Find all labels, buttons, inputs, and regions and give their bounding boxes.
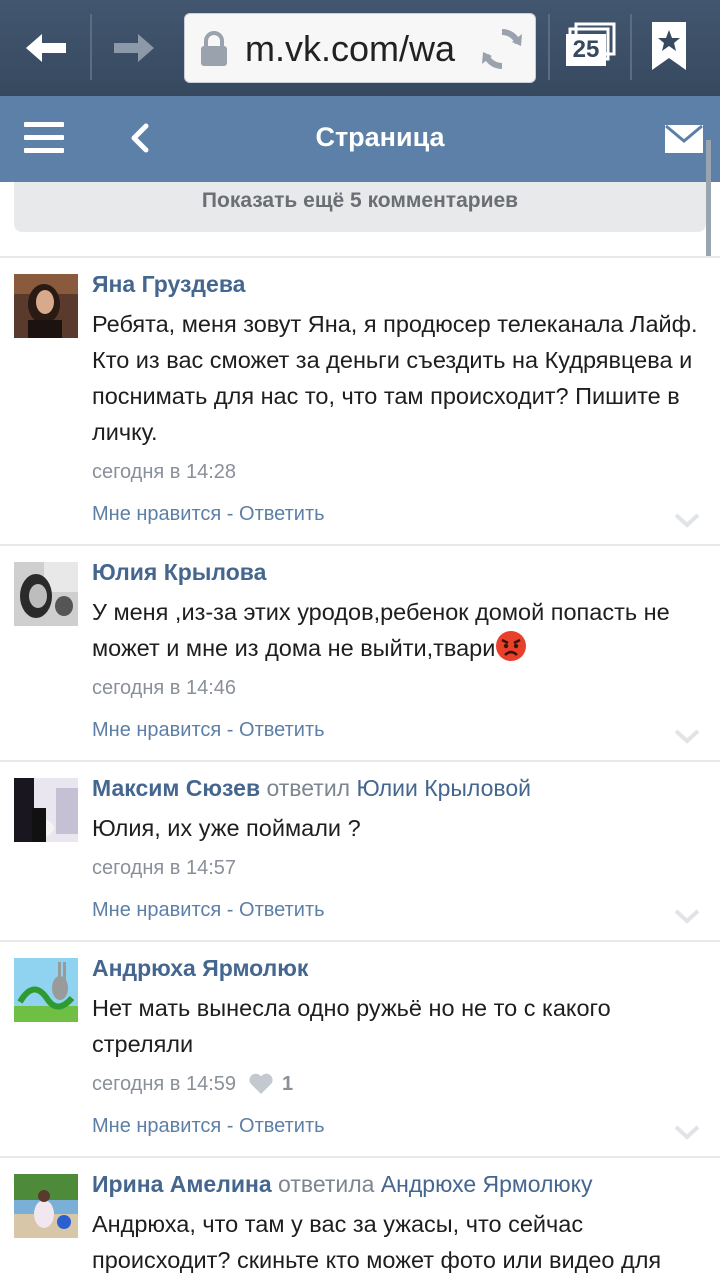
- like-link[interactable]: Мне нравится: [92, 899, 221, 921]
- comment-text-content: У меня ,из-за этих уродов,ребенок домой …: [92, 599, 670, 661]
- chevron-down-icon[interactable]: [672, 1122, 702, 1142]
- bookmark-star-icon: [652, 22, 686, 70]
- like-link[interactable]: Мне нравится: [92, 1115, 221, 1137]
- avatar[interactable]: [14, 562, 78, 626]
- comment-item: Юлия Крылова У меня ,из-за этих уродов,р…: [0, 544, 720, 760]
- messages-button[interactable]: [664, 124, 704, 154]
- comment-time[interactable]: сегодня в 14:57: [92, 854, 700, 882]
- avatar[interactable]: [14, 958, 78, 1022]
- show-more-comments-button[interactable]: Показать ещё 5 комментариев: [14, 182, 706, 232]
- reply-link[interactable]: Ответить: [239, 719, 325, 741]
- tabs-button[interactable]: 25: [560, 22, 620, 74]
- angry-face-emoji-icon: [496, 631, 527, 661]
- action-separator: -: [221, 1115, 240, 1137]
- author-name[interactable]: Ирина Амелина: [92, 1171, 272, 1197]
- action-separator: -: [221, 899, 240, 921]
- avatar[interactable]: [14, 274, 78, 338]
- chevron-down-icon[interactable]: [672, 510, 702, 530]
- comment-item: Андрюха Ярмолюк Нет мать вынесла одно ру…: [0, 940, 720, 1156]
- page-title: Страница: [315, 122, 445, 152]
- url-text: m.vk.com/wa: [245, 28, 456, 69]
- scrollbar[interactable]: [706, 140, 711, 258]
- heart-icon: [249, 1073, 273, 1094]
- timestamp[interactable]: сегодня в 14:57: [92, 854, 236, 882]
- action-separator: -: [221, 719, 240, 741]
- avatar-image: [14, 1174, 78, 1238]
- toolbar-divider: [548, 14, 550, 80]
- replied-label: ответил: [266, 775, 351, 801]
- tab-count: 25: [566, 34, 606, 66]
- envelope-icon: [665, 124, 703, 153]
- comment-text: У меня ,из-за этих уродов,ребенок домой …: [92, 594, 700, 666]
- author-name[interactable]: Максим Сюзев: [92, 775, 260, 801]
- comment-text: Ребята, меня зовут Яна, я продюсер телек…: [92, 311, 698, 445]
- address-bar[interactable]: m.vk.com/wa: [184, 13, 536, 83]
- comment-time: сегодня в 14:59 1: [92, 1070, 700, 1098]
- avatar[interactable]: [14, 1174, 78, 1238]
- action-separator: -: [221, 503, 240, 525]
- avatar-image: [14, 778, 78, 842]
- arrow-left-icon: [26, 34, 66, 62]
- like-counter[interactable]: 1: [248, 1070, 293, 1098]
- comment-author[interactable]: Андрюха Ярмолюк: [92, 954, 700, 982]
- reply-link[interactable]: Ответить: [239, 1115, 325, 1137]
- comment-actions: Мне нравится - Ответить: [92, 896, 325, 924]
- browser-back-button[interactable]: [14, 18, 78, 78]
- replied-label: ответила: [278, 1171, 375, 1197]
- comment-item: Яна Груздева Ребята, меня зовут Яна, я п…: [0, 256, 720, 546]
- author-name[interactable]: Андрюха Ярмолюк: [92, 955, 308, 981]
- reply-to-link[interactable]: Юлии Крыловой: [357, 775, 532, 801]
- comment-actions: Мне нравится - Ответить: [92, 1112, 325, 1140]
- comment-author[interactable]: Яна Груздева: [92, 270, 700, 298]
- reply-link[interactable]: Ответить: [239, 503, 325, 525]
- app-header: Страница: [0, 96, 720, 182]
- comment-text: Юлия, их уже поймали ?: [92, 815, 361, 841]
- comment-author: Максим Сюзев ответил Юлии Крыловой: [92, 774, 700, 802]
- comment-time[interactable]: сегодня в 14:28: [92, 458, 700, 486]
- lock-icon: [201, 31, 227, 66]
- comment-author[interactable]: Юлия Крылова: [92, 558, 700, 586]
- browser-forward-button[interactable]: [102, 18, 166, 78]
- comment-time[interactable]: сегодня в 14:46: [92, 674, 700, 702]
- reload-icon[interactable]: [479, 26, 525, 72]
- chevron-down-icon[interactable]: [672, 726, 702, 746]
- timestamp[interactable]: сегодня в 14:28: [92, 458, 236, 486]
- comment-text: Андрюха, что там у вас за ужасы, что сей…: [92, 1211, 662, 1273]
- like-count: 1: [282, 1073, 294, 1095]
- comment-actions: Мне нравится - Ответить: [92, 716, 325, 744]
- timestamp[interactable]: сегодня в 14:59: [92, 1070, 236, 1098]
- arrow-right-icon: [114, 34, 154, 62]
- like-link[interactable]: Мне нравится: [92, 719, 221, 741]
- author-name[interactable]: Яна Груздева: [92, 271, 245, 297]
- toolbar-divider: [630, 14, 632, 80]
- timestamp[interactable]: сегодня в 14:46: [92, 674, 236, 702]
- comment-item: Ирина Амелина ответила Андрюхе Ярмолюку …: [0, 1156, 720, 1280]
- chevron-down-icon[interactable]: [672, 906, 702, 926]
- comment-text: Нет мать вынесла одно ружьё но не то с к…: [92, 995, 611, 1057]
- browser-toolbar: m.vk.com/wa 25: [0, 0, 720, 96]
- avatar-image: [14, 274, 78, 338]
- reply-to-link[interactable]: Андрюхе Ярмолюку: [381, 1171, 593, 1197]
- comment-author: Ирина Амелина ответила Андрюхе Ярмолюку: [92, 1170, 700, 1198]
- avatar-image: [14, 562, 78, 626]
- reply-link[interactable]: Ответить: [239, 899, 325, 921]
- toolbar-divider: [90, 14, 92, 80]
- author-name[interactable]: Юлия Крылова: [92, 559, 266, 585]
- avatar-image: [14, 958, 78, 1022]
- bookmark-button[interactable]: [650, 20, 700, 76]
- comment-actions: Мне нравится - Ответить: [92, 500, 325, 528]
- comment-item: Максим Сюзев ответил Юлии Крыловой Юлия,…: [0, 760, 720, 940]
- like-link[interactable]: Мне нравится: [92, 503, 221, 525]
- avatar[interactable]: [14, 778, 78, 842]
